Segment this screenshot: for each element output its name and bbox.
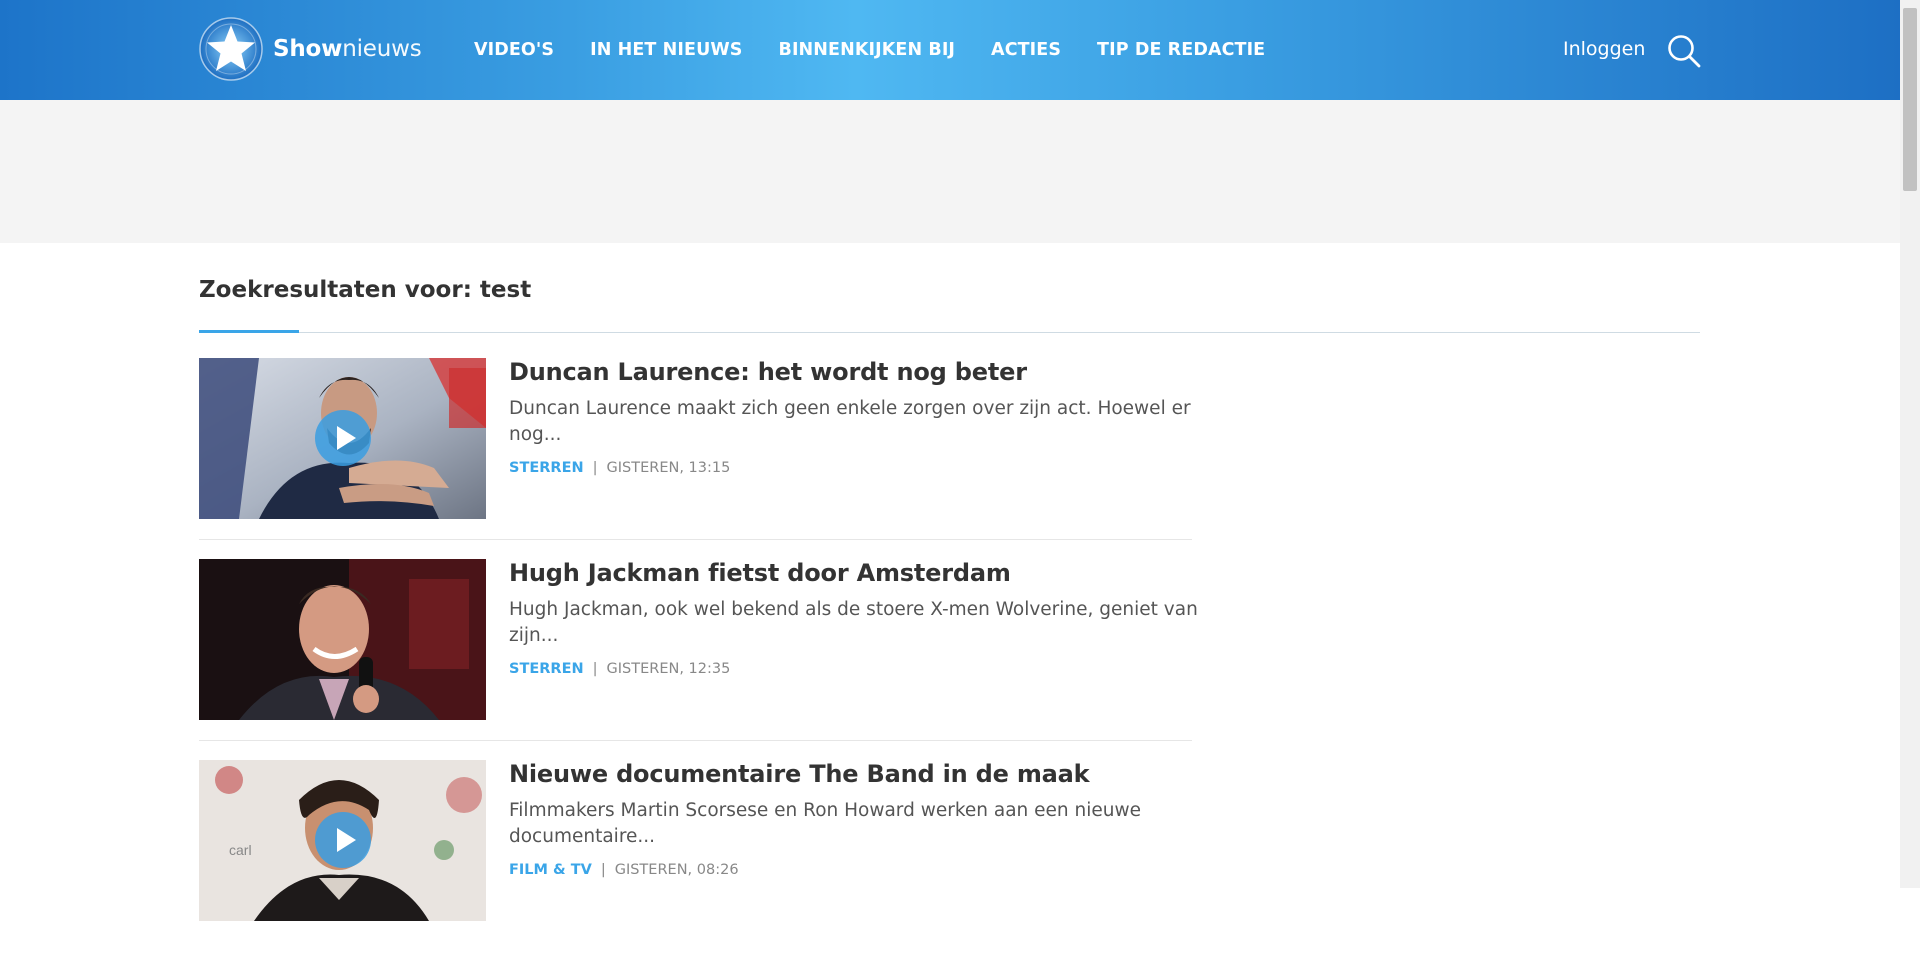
- result-title[interactable]: Nieuwe documentaire The Band in de maak: [509, 760, 1090, 788]
- search-results-heading: Zoekresultaten voor: test: [199, 277, 531, 303]
- meta-separator: |: [592, 661, 598, 677]
- logo-wordmark: Shownieuws: [273, 36, 422, 62]
- nav-item-tip-de-redactie[interactable]: TIP DE REDACTIE: [1097, 40, 1265, 60]
- result-title[interactable]: Hugh Jackman fietst door Amsterdam: [509, 559, 1011, 587]
- heading-accent-bar: [199, 330, 299, 333]
- search-icon[interactable]: [1666, 33, 1702, 69]
- play-icon: [315, 410, 371, 466]
- result-title[interactable]: Duncan Laurence: het wordt nog beter: [509, 358, 1027, 386]
- result-category-link[interactable]: STERREN: [509, 661, 584, 677]
- main-nav: VIDEO'S IN HET NIEUWS BINNENKIJKEN BIJ A…: [474, 0, 1301, 100]
- site-header: Shownieuws VIDEO'S IN HET NIEUWS BINNENK…: [0, 0, 1900, 100]
- result-category-link[interactable]: STERREN: [509, 460, 584, 476]
- search-result-item: Hugh Jackman fietst door Amsterdam Hugh …: [199, 559, 1198, 759]
- meta-separator: |: [592, 460, 598, 476]
- result-timestamp: GISTEREN, 08:26: [614, 862, 739, 878]
- result-meta: STERREN | GISTEREN, 12:35: [509, 661, 730, 677]
- login-link[interactable]: Inloggen: [1563, 38, 1645, 60]
- result-thumbnail[interactable]: [199, 559, 486, 720]
- star-logo-icon: [199, 17, 263, 81]
- meta-separator: |: [600, 862, 606, 878]
- heading-divider: [199, 332, 1700, 333]
- ad-banner-area: [0, 100, 1900, 243]
- result-meta: STERREN | GISTEREN, 13:15: [509, 460, 730, 476]
- result-thumbnail[interactable]: carl: [199, 760, 486, 921]
- result-timestamp: GISTEREN, 12:35: [606, 661, 731, 677]
- play-icon: [315, 812, 371, 868]
- result-divider: [199, 539, 1192, 540]
- nav-item-binnenkijken-bij[interactable]: BINNENKIJKEN BIJ: [779, 40, 956, 60]
- result-meta: FILM & TV | GISTEREN, 08:26: [509, 862, 739, 878]
- nav-item-videos[interactable]: VIDEO'S: [474, 40, 554, 60]
- result-description: Hugh Jackman, ook wel bekend als de stoe…: [509, 599, 1198, 646]
- nav-item-in-het-nieuws[interactable]: IN HET NIEUWS: [590, 40, 742, 60]
- search-results-label: Zoekresultaten voor:: [199, 277, 472, 303]
- nav-item-acties[interactable]: ACTIES: [991, 40, 1061, 60]
- logo-bold: Show: [273, 36, 343, 62]
- result-divider: [199, 740, 1192, 741]
- search-result-item: Duncan Laurence: het wordt nog beter Dun…: [199, 358, 1192, 558]
- result-category-link[interactable]: FILM & TV: [509, 862, 592, 878]
- result-description: Filmmakers Martin Scorsese en Ron Howard…: [509, 800, 1142, 847]
- result-thumbnail[interactable]: [199, 358, 486, 519]
- svg-text:carl: carl: [229, 842, 252, 858]
- site-logo[interactable]: Shownieuws: [199, 17, 422, 81]
- result-timestamp: GISTEREN, 13:15: [606, 460, 731, 476]
- search-result-item: carl Nieuwe documentaire The Band in de …: [199, 760, 1192, 960]
- logo-light: nieuws: [342, 36, 422, 62]
- scrollbar-thumb[interactable]: [1903, 8, 1917, 191]
- result-description: Duncan Laurence maakt zich geen enkele z…: [509, 398, 1191, 445]
- search-query: test: [479, 277, 532, 303]
- thumbnail-image: [199, 559, 486, 720]
